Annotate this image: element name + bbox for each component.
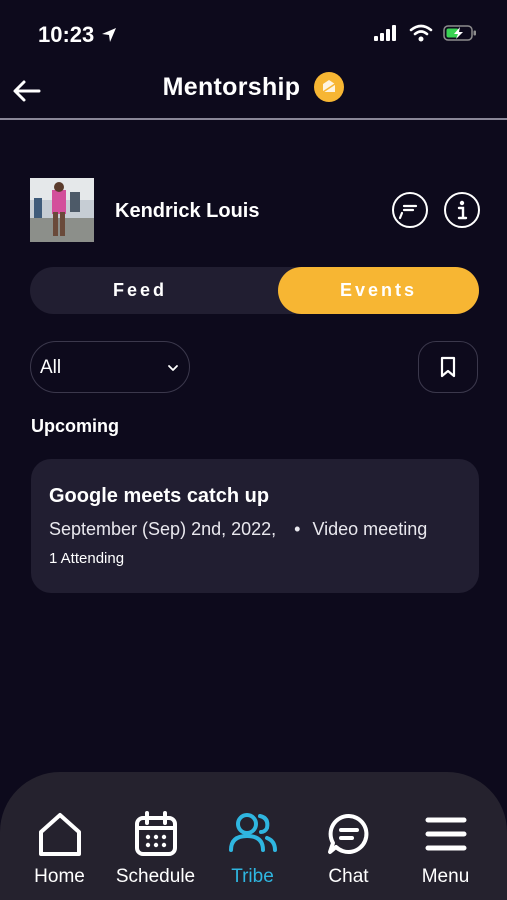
nav-home-label: Home xyxy=(34,866,85,887)
nav-schedule[interactable]: Schedule xyxy=(107,810,204,888)
event-date: September (Sep) 2nd, 2022, xyxy=(49,519,277,539)
bottom-nav: Home Schedule Tribe Chat Menu xyxy=(0,772,507,900)
bookmark-button[interactable] xyxy=(418,341,478,393)
info-icon xyxy=(457,200,468,220)
bookmark-icon xyxy=(440,356,456,378)
chat-bubble-icon xyxy=(398,204,418,220)
nav-tribe-label: Tribe xyxy=(231,866,274,887)
tab-events[interactable]: Events xyxy=(278,267,479,314)
chat-icon xyxy=(327,813,368,854)
info-button[interactable] xyxy=(444,192,480,228)
menu-icon xyxy=(425,817,466,851)
event-filter-select[interactable]: All xyxy=(30,341,190,393)
status-time-group: 10:23 xyxy=(38,22,118,48)
chevron-down-icon xyxy=(168,365,178,371)
nav-menu-label: Menu xyxy=(421,866,470,887)
nav-tribe[interactable]: Tribe xyxy=(204,810,301,888)
nav-chat-label: Chat xyxy=(328,866,369,887)
status-time: 10:23 xyxy=(38,22,95,47)
header-title-container: Mentorship xyxy=(0,72,507,102)
nav-schedule-label: Schedule xyxy=(115,866,196,887)
location-arrow-icon xyxy=(102,28,117,42)
badge-icon xyxy=(314,72,345,102)
battery-charging-icon xyxy=(443,25,476,41)
message-button[interactable] xyxy=(392,192,428,228)
event-separator: • xyxy=(294,519,301,539)
mentor-name: Kendrick Louis xyxy=(115,200,260,222)
avatar[interactable] xyxy=(30,178,94,242)
event-card[interactable]: Google meets catch up September (Sep) 2n… xyxy=(31,459,479,593)
wifi-icon xyxy=(409,24,433,42)
mentor-profile: Kendrick Louis xyxy=(30,178,480,242)
tab-feed[interactable]: Feed xyxy=(30,267,250,314)
status-bar: 10:23 xyxy=(0,0,507,70)
cellular-signal-icon xyxy=(374,25,396,41)
page-title: Mentorship xyxy=(162,72,301,101)
filter-selected-value: All xyxy=(40,357,62,378)
people-icon xyxy=(228,813,277,852)
event-title: Google meets catch up xyxy=(49,485,270,507)
event-meta: September (Sep) 2nd, 2022, • Video meeti… xyxy=(49,519,427,540)
event-attending-count: 1 Attending xyxy=(49,550,125,567)
section-title: Upcoming xyxy=(31,416,119,436)
nav-chat[interactable]: Chat xyxy=(300,810,397,888)
feed-events-toggle: Feed Events xyxy=(30,267,479,314)
home-icon xyxy=(38,813,81,856)
event-type: Video meeting xyxy=(312,519,428,539)
profile-actions xyxy=(392,192,480,228)
calendar-icon xyxy=(134,811,177,856)
nav-menu[interactable]: Menu xyxy=(397,810,494,888)
nav-home[interactable]: Home xyxy=(11,810,108,888)
header: Mentorship xyxy=(0,62,507,120)
status-indicators xyxy=(373,24,477,42)
